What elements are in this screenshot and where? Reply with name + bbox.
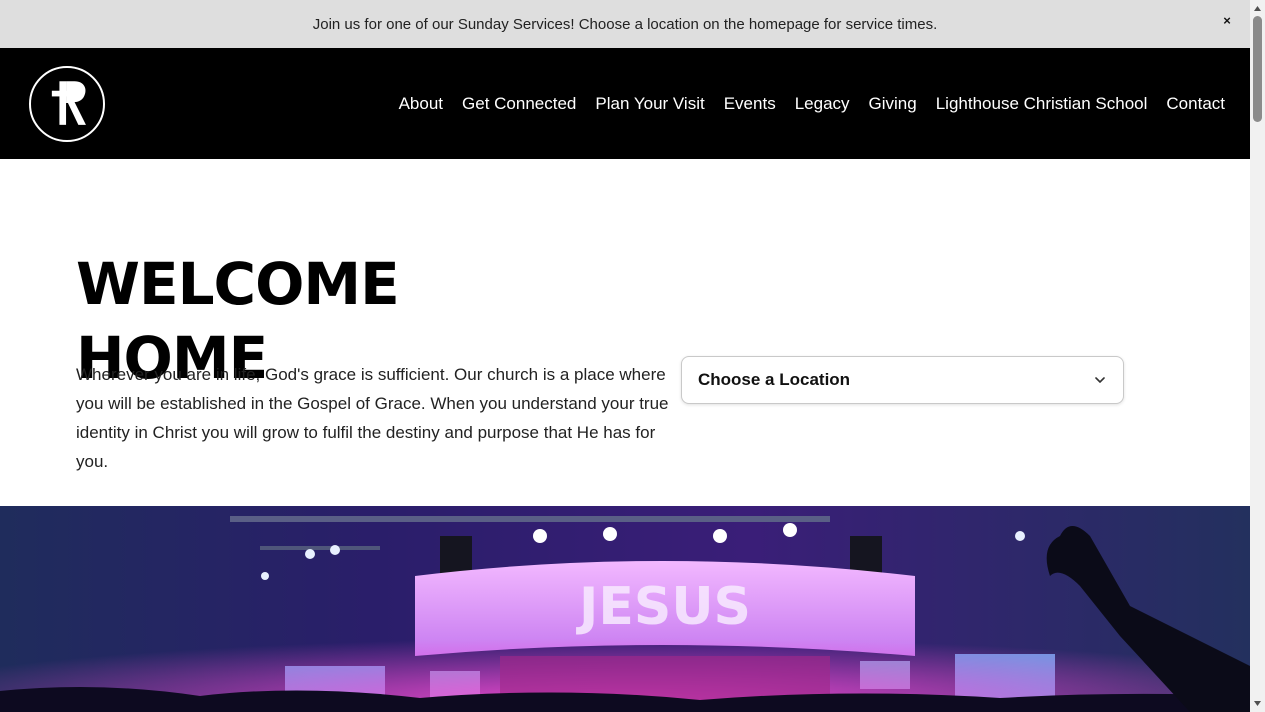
hero-body-text: Wherever you are in life, God's grace is…	[76, 365, 669, 471]
location-select-value: Choose a Location	[698, 370, 851, 389]
worship-stage-image: JESUS	[0, 506, 1250, 712]
close-icon[interactable]: ×	[1218, 12, 1236, 30]
page: Join us for one of our Sunday Services! …	[0, 0, 1250, 712]
scroll-up-icon[interactable]	[1253, 4, 1262, 13]
announcement-text: Join us for one of our Sunday Services! …	[312, 15, 938, 33]
scroll-down-icon[interactable]	[1253, 699, 1262, 708]
nav-giving[interactable]: Giving	[869, 94, 917, 114]
nav-about[interactable]: About	[399, 94, 443, 114]
site-header: About Get Connected Plan Your Visit Even…	[0, 48, 1250, 159]
location-select[interactable]: Choose a Location	[681, 356, 1124, 404]
nav-plan-your-visit[interactable]: Plan Your Visit	[595, 94, 704, 114]
nav-events[interactable]: Events	[724, 94, 776, 114]
announcement-bar: Join us for one of our Sunday Services! …	[0, 0, 1250, 48]
hero-title-line1: WELCOME	[76, 250, 400, 318]
nav-lighthouse-christian-school[interactable]: Lighthouse Christian School	[936, 94, 1148, 114]
nav-get-connected[interactable]: Get Connected	[462, 94, 576, 114]
nav-contact[interactable]: Contact	[1166, 94, 1225, 114]
vertical-scrollbar[interactable]	[1250, 0, 1265, 712]
church-logo-icon[interactable]	[29, 66, 105, 142]
main-nav: About Get Connected Plan Your Visit Even…	[399, 48, 1225, 159]
scrollbar-thumb[interactable]	[1253, 16, 1262, 122]
worship-stage-illustration: JESUS	[0, 506, 1250, 712]
chevron-down-icon	[1095, 377, 1105, 383]
nav-legacy[interactable]: Legacy	[795, 94, 850, 114]
